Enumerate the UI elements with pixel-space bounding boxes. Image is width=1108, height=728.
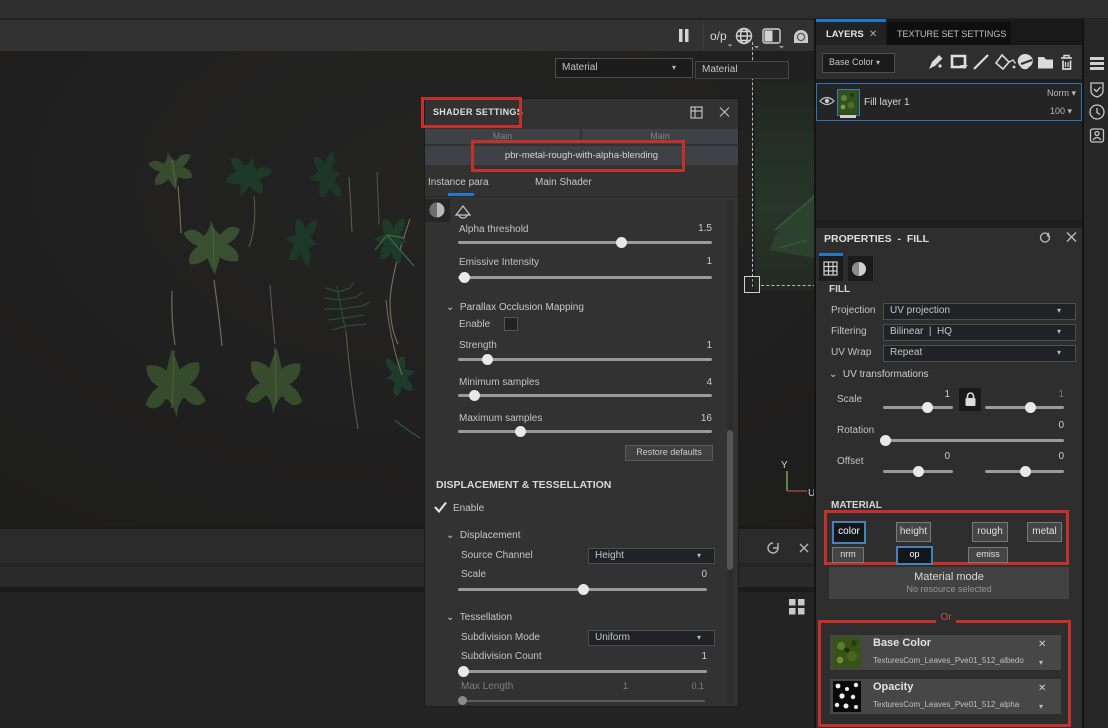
svg-text:o/p: o/p bbox=[710, 29, 727, 43]
svg-text:Y: Y bbox=[781, 460, 788, 471]
